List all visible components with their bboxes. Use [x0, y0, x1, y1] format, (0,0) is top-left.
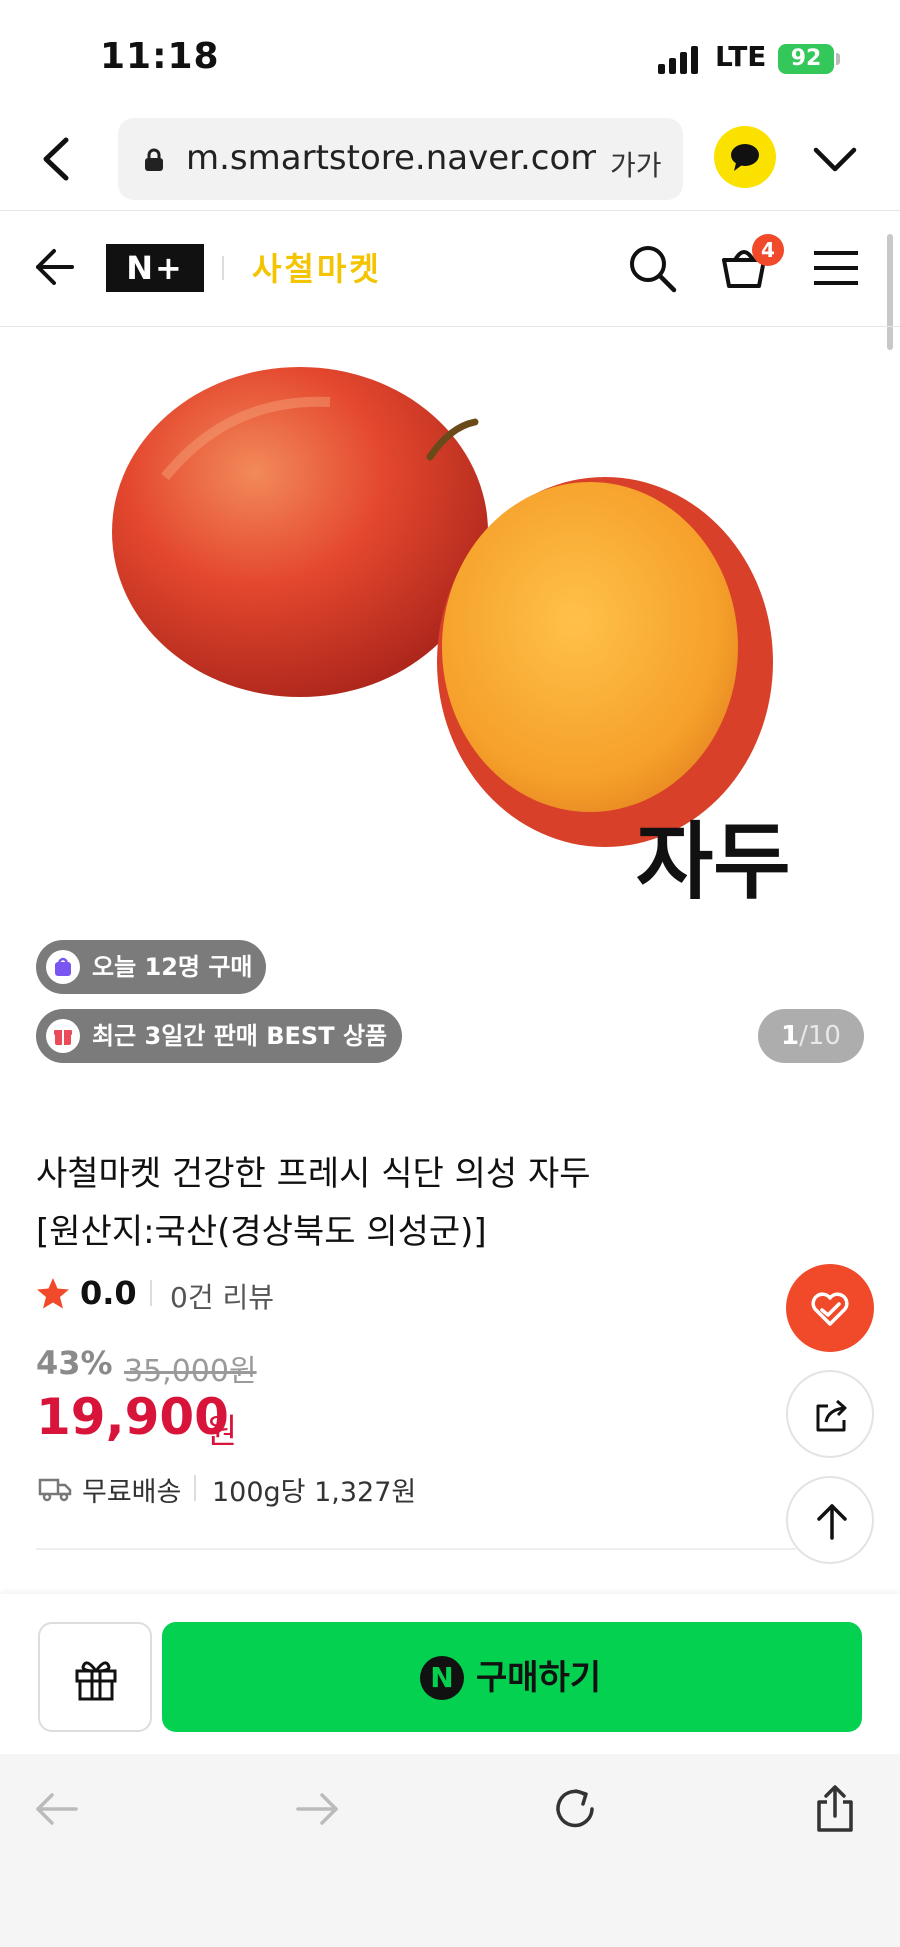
buy-label[interactable]: 구매하기 — [476, 1656, 601, 1700]
product-title-line1: 사철마켓 건강한 프레시 식단 의성 자두 — [36, 1154, 591, 1194]
heart-check-icon — [811, 1292, 849, 1326]
gift-button[interactable] — [38, 1622, 152, 1732]
search-icon[interactable] — [626, 242, 678, 294]
browser-back-arrow-icon[interactable] — [32, 1784, 82, 1834]
divider — [222, 256, 224, 280]
arrow-up-icon — [817, 1504, 847, 1540]
divider — [194, 1475, 196, 1501]
cart-count-badge: 4 — [752, 234, 784, 266]
share-upload-icon[interactable] — [810, 1784, 860, 1834]
battery-icon: 92 — [778, 44, 834, 74]
star-icon — [37, 1278, 69, 1309]
divider — [0, 210, 900, 211]
badge-text: 최근 3일간 판매 BEST 상품 — [92, 1022, 388, 1050]
talk-button[interactable] — [714, 126, 776, 188]
counter-current: 1 — [781, 1021, 800, 1051]
browser-forward-arrow-icon[interactable] — [292, 1784, 342, 1834]
shopping-bag-icon — [46, 950, 80, 984]
discount-rate: 43% — [36, 1344, 113, 1382]
back-arrow-icon[interactable] — [34, 246, 76, 288]
rating-score: 0.0 — [80, 1274, 137, 1312]
currency-unit: 원 — [206, 1412, 238, 1452]
scroll-top-button[interactable] — [786, 1476, 874, 1564]
reload-icon[interactable] — [550, 1784, 600, 1834]
unit-price: 100g당 1,327원 — [212, 1477, 417, 1508]
review-count-link[interactable]: 0건 리뷰 — [170, 1276, 274, 1316]
browser-toolbar — [0, 1754, 900, 1947]
best-seller-badge: 최근 3일간 판매 BEST 상품 — [36, 1009, 402, 1063]
battery-tip — [836, 53, 840, 65]
divider — [36, 1548, 796, 1550]
lock-icon — [145, 148, 163, 171]
product-title-line2: [원산지:국산(경상북도 의성군)] — [36, 1212, 487, 1252]
image-caption: 자두 — [636, 813, 791, 911]
purchase-count-badge: 오늘 12명 구매 — [36, 940, 266, 994]
naver-pay-icon: N — [420, 1656, 464, 1700]
shipping-info: 무료배송 — [82, 1477, 182, 1508]
naver-plus-logo[interactable]: N+ — [106, 244, 204, 292]
signal-icon — [658, 44, 700, 74]
store-name[interactable]: 사철마켓 — [252, 244, 382, 290]
divider — [150, 1280, 152, 1306]
text-size-button[interactable]: 가가 — [610, 144, 662, 184]
gift-icon — [75, 1661, 117, 1701]
chat-bubble-icon — [731, 144, 759, 171]
menu-icon[interactable] — [812, 248, 860, 288]
url-text[interactable]: m.smartstore.naver.com — [186, 138, 596, 178]
network-type: LTE — [715, 40, 767, 73]
image-counter: 1/10 — [758, 1009, 864, 1063]
truck-icon — [38, 1478, 72, 1502]
wishlist-button[interactable] — [786, 1264, 874, 1352]
status-time: 11:18 — [100, 36, 220, 77]
sale-price: 19,900 — [36, 1388, 229, 1446]
counter-total: /10 — [799, 1021, 841, 1051]
original-price: 35,000원 — [124, 1354, 257, 1389]
share-icon — [816, 1399, 847, 1432]
badge-text: 오늘 12명 구매 — [92, 953, 253, 981]
browser-back-icon[interactable] — [36, 134, 80, 184]
gift-box-icon — [46, 1019, 80, 1053]
share-button[interactable] — [786, 1370, 874, 1458]
chevron-down-icon[interactable] — [812, 146, 858, 174]
